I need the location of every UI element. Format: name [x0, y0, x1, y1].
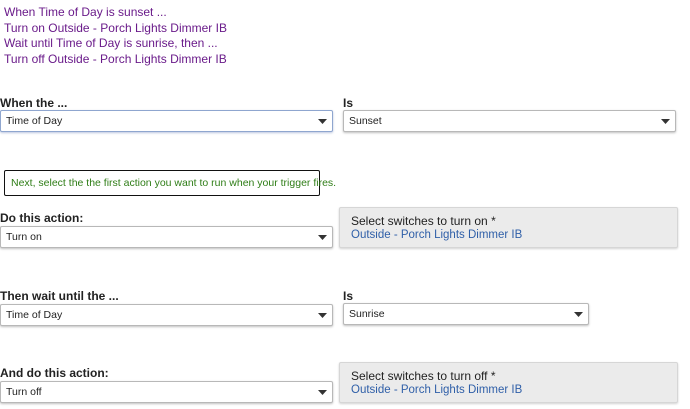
chevron-down-icon [312, 312, 332, 318]
trigger-is-label: Is [343, 96, 354, 110]
wait-device-value: Time of Day [6, 309, 63, 321]
rule-summary: When Time of Day is sunset ... Turn on O… [4, 5, 227, 67]
switches-on-selector[interactable]: Select switches to turn on * Outside - P… [339, 207, 678, 248]
hint-message: Next, select the the first action you wa… [4, 170, 336, 196]
switches-on-title: Select switches to turn on * [351, 214, 496, 228]
summary-line: Wait until Time of Day is sunrise, then … [4, 36, 218, 50]
switches-off-selector[interactable]: Select switches to turn off * Outside - … [339, 362, 678, 403]
trigger-device-select[interactable]: Time of Day [0, 110, 333, 132]
summary-line: Turn on Outside - Porch Lights Dimmer IB [4, 20, 227, 35]
summary-line: Turn off Outside - Porch Lights Dimmer I… [4, 51, 227, 66]
chevron-down-icon [312, 389, 332, 395]
chevron-down-icon [312, 234, 332, 240]
trigger-state-value: Sunset [349, 115, 382, 127]
wait-state-value: Sunrise [349, 308, 385, 320]
action1-select[interactable]: Turn on [0, 226, 333, 248]
action2-select[interactable]: Turn off [0, 381, 333, 403]
trigger-device-value: Time of Day [6, 115, 63, 127]
trigger-state-select[interactable]: Sunset [343, 110, 676, 132]
action1-value: Turn on [6, 231, 42, 243]
action2-label: And do this action: [0, 366, 109, 380]
wait-label: Then wait until the ... [0, 289, 119, 303]
action2-value: Turn off [6, 386, 42, 398]
chevron-down-icon [568, 311, 588, 317]
switches-off-title: Select switches to turn off * [351, 369, 496, 383]
chevron-down-icon [312, 118, 332, 124]
switches-off-selected[interactable]: Outside - Porch Lights Dimmer IB [351, 383, 677, 397]
chevron-down-icon [655, 118, 675, 124]
wait-state-select[interactable]: Sunrise [343, 303, 589, 325]
wait-device-select[interactable]: Time of Day [0, 304, 333, 326]
when-label: When the ... [0, 96, 68, 110]
switches-on-selected[interactable]: Outside - Porch Lights Dimmer IB [351, 228, 677, 242]
wait-is-label: Is [343, 289, 354, 303]
action1-label: Do this action: [0, 211, 84, 225]
summary-line: When Time of Day is sunset ... [4, 5, 167, 19]
